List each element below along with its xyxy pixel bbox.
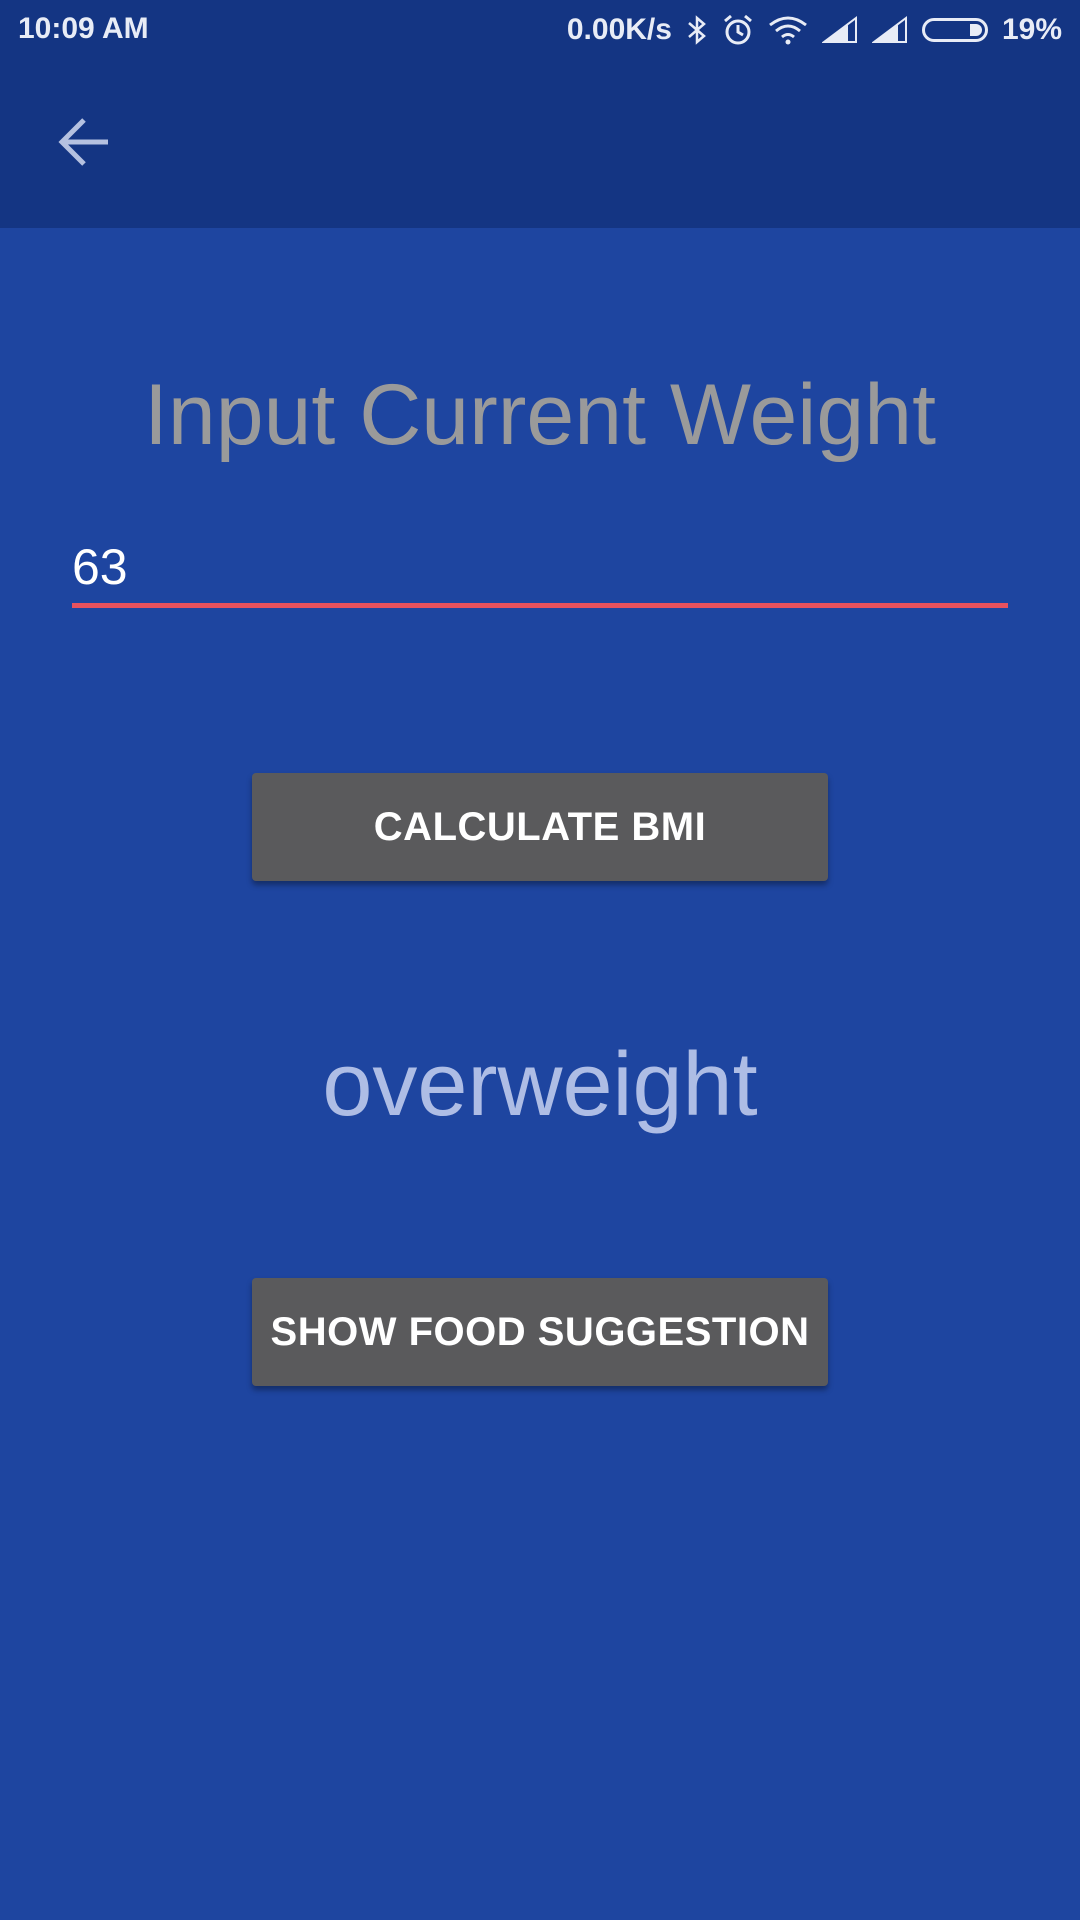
bluetooth-icon (686, 14, 708, 46)
status-bar: 10:09 AM 0.00K/s 19% (0, 0, 1080, 60)
app-bar (0, 60, 1080, 228)
wifi-icon (768, 15, 808, 45)
calculate-bmi-button[interactable]: CALCULATE BMI (252, 773, 828, 881)
bmi-result: overweight (322, 1035, 758, 1135)
weight-input[interactable] (72, 530, 1008, 608)
status-icons: 0.00K/s 19% (567, 10, 1062, 50)
show-food-suggestion-button[interactable]: SHOW FOOD SUGGESTION (252, 1278, 828, 1386)
back-button[interactable] (40, 100, 128, 188)
alarm-icon (722, 14, 754, 46)
arrow-back-icon (58, 116, 110, 173)
battery-percent: 19% (1001, 13, 1062, 46)
signal-icon (821, 16, 858, 44)
status-time: 10:09 AM (18, 12, 149, 45)
signal-icon (871, 16, 908, 44)
battery-icon (921, 18, 988, 42)
network-speed: 0.00K/s (566, 13, 672, 46)
page-title: Input Current Weight (144, 367, 936, 463)
